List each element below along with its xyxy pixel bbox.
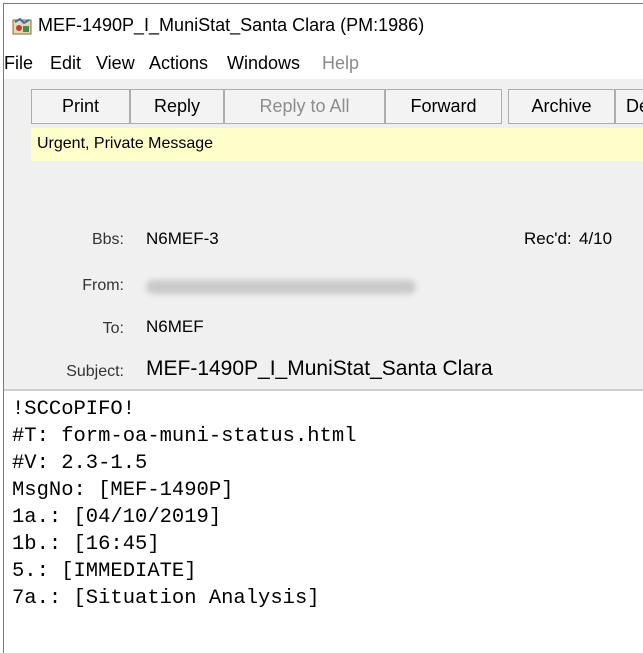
- delete-button[interactable]: De: [615, 89, 643, 124]
- menu-help[interactable]: Help: [322, 53, 359, 74]
- body-line: 1a.: [04/10/2019]: [12, 506, 222, 529]
- title-bar[interactable]: MEF-1490P_I_MuniStat_Santa Clara (PM:198…: [4, 4, 643, 48]
- body-line: #T: form-oa-muni-status.html: [12, 425, 357, 448]
- recd-value: 4/10: [579, 229, 613, 248]
- menu-bar: File Edit View Actions Windows Help: [4, 48, 643, 79]
- toolbar: Print Reply Reply to All Forward Archive…: [4, 82, 643, 128]
- body-line: 7a.: [Situation Analysis]: [12, 587, 320, 610]
- reply-button[interactable]: Reply: [130, 89, 224, 124]
- from-value-redacted: [146, 280, 416, 294]
- menu-edit[interactable]: Edit: [50, 53, 81, 74]
- subject-value: MEF-1490P_I_MuniStat_Santa Clara: [146, 357, 493, 380]
- recd-label: Rec'd:: [524, 229, 572, 248]
- body-line: !SCCoPIFO!: [12, 398, 136, 421]
- reply-to-all-button[interactable]: Reply to All: [224, 89, 385, 124]
- body-line: #V: 2.3-1.5: [12, 452, 148, 475]
- subject-label: Subject:: [66, 363, 124, 380]
- body-line: 1b.: [16:45]: [12, 533, 160, 556]
- menu-windows[interactable]: Windows: [227, 53, 300, 74]
- message-body[interactable]: !SCCoPIFO! #T: form-oa-muni-status.html …: [4, 391, 643, 653]
- menu-file[interactable]: File: [4, 53, 33, 74]
- menu-view[interactable]: View: [96, 53, 135, 74]
- outpost-app-icon: [12, 17, 32, 35]
- body-line: MsgNo: [MEF-1490P]: [12, 479, 234, 502]
- to-label: To:: [102, 320, 124, 337]
- from-label: From:: [82, 277, 124, 294]
- forward-button[interactable]: Forward: [385, 89, 502, 124]
- archive-button[interactable]: Archive: [508, 89, 615, 124]
- print-button[interactable]: Print: [31, 89, 130, 124]
- menu-actions[interactable]: Actions: [149, 53, 208, 74]
- body-line: 5.: [IMMEDIATE]: [12, 560, 197, 583]
- priority-banner: Urgent, Private Message: [31, 128, 643, 161]
- window-title: MEF-1490P_I_MuniStat_Santa Clara (PM:198…: [38, 15, 425, 35]
- bbs-value: N6MEF-3: [146, 229, 219, 248]
- to-value: N6MEF: [146, 317, 204, 336]
- bbs-label: Bbs:: [91, 231, 124, 248]
- message-window: MEF-1490P_I_MuniStat_Santa Clara (PM:198…: [3, 3, 643, 653]
